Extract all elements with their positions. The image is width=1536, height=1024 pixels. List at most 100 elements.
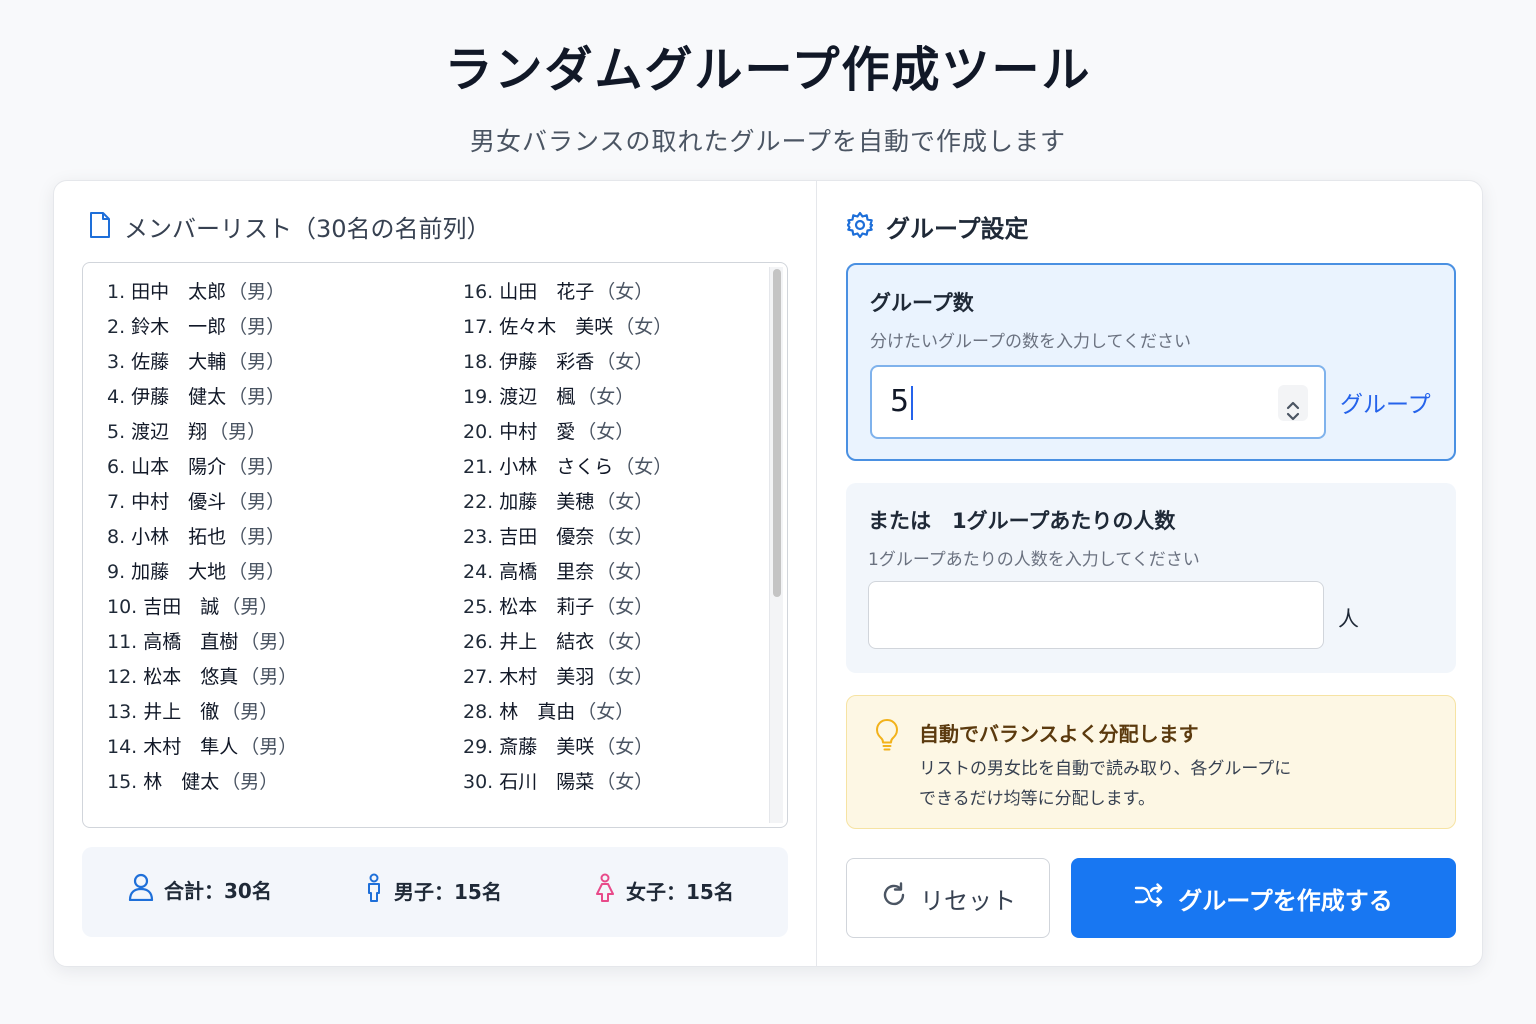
member-name: 伊藤 彩香 — [499, 351, 595, 373]
member-num: 20. — [463, 421, 494, 443]
member-name: 吉田 誠 — [143, 596, 220, 618]
settings-heading: グループ設定 — [846, 209, 1029, 244]
member-gender: （女） — [596, 736, 654, 758]
member-gender: （女） — [596, 281, 654, 303]
member-name: 木村 美羽 — [499, 666, 595, 688]
group-count-unit: グループ — [1340, 392, 1431, 418]
tip-panel: 自動でバランスよく分配します リストの男女比を自動で読み取り、各グループに でき… — [846, 695, 1456, 829]
member-list-item: 29. 斎藤 美咲 （女） — [463, 732, 672, 767]
member-gender: （女） — [596, 771, 654, 793]
member-name: 斎藤 美咲 — [499, 736, 595, 758]
refresh-icon — [880, 881, 908, 915]
member-gender: （女） — [596, 526, 654, 548]
member-name: 山本 陽介 — [131, 456, 227, 478]
member-name: 伊藤 健太 — [131, 386, 227, 408]
group-count-value: 5 — [890, 384, 910, 419]
member-gender: （男） — [228, 281, 286, 303]
member-list-item: 12. 松本 悠真 （男） — [107, 662, 297, 697]
member-list-item: 24. 高橋 里奈 （女） — [463, 557, 672, 592]
member-num: 23. — [463, 526, 494, 548]
member-gender: （男） — [228, 351, 286, 373]
reset-button[interactable]: リセット — [846, 858, 1050, 938]
scrollbar-thumb[interactable] — [773, 269, 781, 597]
member-gender: （男） — [240, 736, 298, 758]
member-gender: （男） — [228, 316, 286, 338]
member-num: 21. — [463, 456, 494, 478]
member-gender: （女） — [596, 666, 654, 688]
group-count-input[interactable]: 5 — [870, 365, 1326, 439]
member-list-item: 7. 中村 優斗 （男） — [107, 487, 297, 522]
member-list-item: 4. 伊藤 健太 （男） — [107, 382, 297, 417]
member-list-item: 3. 佐藤 大輔 （男） — [107, 347, 297, 382]
member-gender: （女） — [596, 596, 654, 618]
member-list-item: 1. 田中 太郎 （男） — [107, 277, 297, 312]
stat-total: 合計：30名 — [128, 873, 272, 906]
tip-title: 自動でバランスよく分配します — [919, 722, 1199, 746]
create-groups-button[interactable]: グループを作成する — [1071, 858, 1456, 938]
member-stats: 合計：30名 男子：15名 女子：15名 — [82, 847, 788, 937]
member-list-item: 20. 中村 愛（女） — [463, 417, 672, 452]
member-gender: （女） — [596, 631, 654, 653]
group-count-panel: グループ数 分けたいグループの数を入力してください 5 グループ — [846, 263, 1456, 461]
member-gender: （女） — [596, 351, 654, 373]
member-num: 14. — [107, 736, 138, 758]
member-name: 加藤 大地 — [131, 561, 227, 583]
member-list-item: 27. 木村 美羽 （女） — [463, 662, 672, 697]
member-num: 3. — [107, 351, 126, 373]
member-name: 松本 悠真 — [143, 666, 239, 688]
member-num: 12. — [107, 666, 138, 688]
gear-icon — [846, 211, 874, 243]
per-group-input[interactable] — [868, 581, 1324, 649]
reset-button-label: リセット — [920, 886, 1016, 915]
member-num: 16. — [463, 281, 494, 303]
member-name: 中村 愛 — [499, 421, 576, 443]
member-list[interactable]: 1. 田中 太郎 （男） 2. 鈴木 一郎 （男） 3. 佐藤 大輔 （男） 4. 伊藤 健太 （男）… — [82, 262, 788, 828]
member-num: 15. — [107, 771, 138, 793]
group-count-description: 分けたいグループの数を入力してください — [870, 332, 1191, 352]
member-list-item: 6. 山本 陽介 （男） — [107, 452, 297, 487]
member-list-item: 11. 高橋 直樹 （男） — [107, 627, 297, 662]
member-num: 27. — [463, 666, 494, 688]
chevron-up-down-icon[interactable] — [1278, 393, 1308, 429]
member-gender: （男） — [228, 456, 286, 478]
member-name: 佐々木 美咲 — [499, 316, 614, 338]
member-gender: （女） — [577, 386, 635, 408]
member-num: 13. — [107, 701, 138, 723]
member-gender: （男） — [240, 666, 298, 688]
stat-total-label: 合計：30名 — [164, 879, 272, 903]
list-scrollbar[interactable] — [769, 267, 783, 823]
member-name: 石川 陽菜 — [499, 771, 595, 793]
member-num: 22. — [463, 491, 494, 513]
member-column-right: 16. 山田 花子 （女） 17. 佐々木 美咲 （女） 18. 伊藤 彩香 （女） 19. 渡辺 … — [463, 277, 672, 802]
document-icon — [88, 211, 112, 243]
settings-title: グループ設定 — [886, 215, 1029, 243]
stat-female: 女子：15名 — [594, 873, 734, 908]
tip-line-2: できるだけ均等に分配します。 — [919, 789, 1155, 809]
member-gender: （女） — [615, 316, 673, 338]
member-name: 小林 さくら — [499, 456, 614, 478]
male-icon — [364, 873, 384, 908]
shuffle-icon — [1134, 882, 1164, 914]
stat-male: 男子：15名 — [364, 873, 502, 908]
column-divider — [816, 181, 817, 966]
member-gender: （男） — [228, 526, 286, 548]
member-num: 28. — [463, 701, 494, 723]
member-name: 鈴木 一郎 — [131, 316, 227, 338]
number-stepper[interactable] — [1278, 385, 1308, 421]
member-num: 11. — [107, 631, 138, 653]
member-num: 29. — [463, 736, 494, 758]
tip-line-1: リストの男女比を自動で読み取り、各グループに — [919, 759, 1292, 779]
member-list-item: 14. 木村 隼人 （男） — [107, 732, 297, 767]
member-num: 17. — [463, 316, 494, 338]
member-num: 18. — [463, 351, 494, 373]
member-num: 6. — [107, 456, 126, 478]
member-column-left: 1. 田中 太郎 （男） 2. 鈴木 一郎 （男） 3. 佐藤 大輔 （男） 4. 伊藤 健太 （男）… — [107, 277, 297, 802]
member-num: 4. — [107, 386, 126, 408]
member-num: 19. — [463, 386, 494, 408]
member-name: 高橋 里奈 — [499, 561, 595, 583]
member-gender: （男） — [221, 771, 279, 793]
member-list-item: 21. 小林 さくら （女） — [463, 452, 672, 487]
text-caret — [911, 385, 914, 420]
member-name: 中村 優斗 — [131, 491, 227, 513]
member-list-item: 30. 石川 陽菜 （女） — [463, 767, 672, 802]
